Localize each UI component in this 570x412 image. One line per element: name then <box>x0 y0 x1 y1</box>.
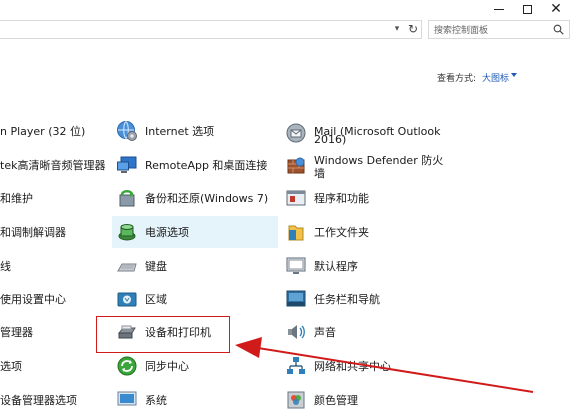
view-by-label: 查看方式: <box>437 74 477 84</box>
default-programs-icon <box>286 257 306 274</box>
item-system[interactable]: 系统 <box>145 385 167 412</box>
item-options[interactable]: 选项 <box>0 351 22 381</box>
programs-icon <box>286 190 306 206</box>
item-label: 颜色管理 <box>314 393 358 407</box>
item-work-folders[interactable]: 工作文件夹 <box>314 217 369 247</box>
item-label: 网络和共享中心 <box>314 359 391 373</box>
item-label: 程序和功能 <box>314 191 369 205</box>
chevron-down-icon[interactable] <box>511 73 517 77</box>
taskbar-icon <box>286 290 306 307</box>
address-bar[interactable] <box>0 20 422 39</box>
item-region[interactable]: 区域 <box>145 284 167 314</box>
item-mail-line2[interactable]: 2016) <box>314 131 346 147</box>
maximize-icon <box>522 4 532 14</box>
item-label: 系统 <box>145 393 167 407</box>
item-label: Internet 选项 <box>145 124 215 138</box>
item-label: RemoteApp 和桌面连接 <box>145 158 268 172</box>
maximize-button[interactable] <box>513 0 541 18</box>
item-remoteapp[interactable]: RemoteApp 和桌面连接 <box>145 150 267 180</box>
sync-center-icon <box>117 356 137 376</box>
close-icon: ✕ <box>550 1 562 17</box>
item-color-management[interactable]: 颜色管理 <box>314 385 358 412</box>
item-security-maintenance[interactable]: 和维护 <box>0 183 33 213</box>
item-label: 线 <box>0 259 11 273</box>
item-label: 同步中心 <box>145 359 189 373</box>
item-power-options[interactable]: 电源选项 <box>145 217 189 247</box>
sound-icon <box>288 325 305 339</box>
work-folders-icon <box>288 225 304 241</box>
item-label: tek高清晰音频管理器 <box>0 158 106 172</box>
view-by-dropdown[interactable]: 大图标 <box>482 71 509 84</box>
item-label: 设备管理器选项 <box>0 393 77 407</box>
item-label: 和调制解调器 <box>0 225 66 239</box>
item-label: 任务栏和导航 <box>314 292 380 306</box>
power-options-icon <box>118 224 136 241</box>
item-col1-5[interactable]: 线 <box>0 251 11 281</box>
refresh-icon[interactable]: ↻ <box>406 21 420 37</box>
item-backup-restore[interactable]: 备份和还原(Windows 7) <box>145 183 268 213</box>
region-icon <box>117 292 137 307</box>
firewall-icon <box>287 157 305 174</box>
search-input[interactable]: 搜索控制面板 <box>428 20 570 39</box>
remote-desktop-icon <box>117 156 137 173</box>
minimize-button[interactable] <box>485 0 513 18</box>
item-label: n Player (32 位) <box>0 124 86 138</box>
item-ease-of-access[interactable]: 使用设置中心 <box>0 284 66 314</box>
annotation-box <box>96 316 230 353</box>
item-internet-options[interactable]: Internet 选项 <box>145 116 214 146</box>
item-realtek-audio[interactable]: tek高清晰音频管理器 <box>0 150 105 180</box>
network-icon <box>287 357 305 374</box>
item-taskbar-navigation[interactable]: 任务栏和导航 <box>314 284 380 314</box>
minimize-icon <box>494 8 504 10</box>
mail-icon <box>286 123 306 143</box>
search-placeholder: 搜索控制面板 <box>434 26 489 36</box>
item-label-line1: Windows Defender 防火 <box>314 153 444 167</box>
backup-restore-icon <box>119 190 135 207</box>
item-sound[interactable]: 声音 <box>314 317 336 347</box>
item-sync-center[interactable]: 同步中心 <box>145 351 189 381</box>
item-label: 声音 <box>314 325 336 339</box>
color-management-icon <box>287 391 305 409</box>
item-windows-defender-line2[interactable]: 墙 <box>314 165 325 181</box>
item-label: 默认程序 <box>314 259 358 273</box>
item-label: 电源选项 <box>145 225 189 239</box>
close-button[interactable]: ✕ <box>542 0 570 18</box>
system-icon <box>117 391 137 406</box>
item-default-programs[interactable]: 默认程序 <box>314 251 358 281</box>
keyboard-icon <box>117 263 137 272</box>
item-label: 和维护 <box>0 191 33 205</box>
item-label: 选项 <box>0 359 22 373</box>
item-manager[interactable]: 管理器 <box>0 317 33 347</box>
item-phone-modem[interactable]: 和调制解调器 <box>0 217 66 247</box>
item-label-line2: 墙 <box>314 166 325 180</box>
globe-gear-icon <box>117 121 137 141</box>
item-network-sharing[interactable]: 网络和共享中心 <box>314 351 391 381</box>
item-label: 键盘 <box>145 259 167 273</box>
item-windows-defender[interactable]: Windows Defender 防火 <box>314 152 443 168</box>
item-device-manager-options[interactable]: 设备管理器选项 <box>0 385 77 412</box>
address-dropdown-icon[interactable]: ▾ <box>392 22 402 36</box>
item-label-line2: 2016) <box>314 132 347 146</box>
item-keyboard[interactable]: 键盘 <box>145 251 167 281</box>
item-label: 管理器 <box>0 325 33 339</box>
item-label: 区域 <box>145 292 167 306</box>
item-programs-features[interactable]: 程序和功能 <box>314 183 369 213</box>
item-label: 工作文件夹 <box>314 225 369 239</box>
item-media-player[interactable]: n Player (32 位) <box>0 116 85 146</box>
item-label: 使用设置中心 <box>0 292 66 306</box>
search-icon <box>553 24 564 35</box>
item-label: 备份和还原(Windows 7) <box>145 191 269 205</box>
